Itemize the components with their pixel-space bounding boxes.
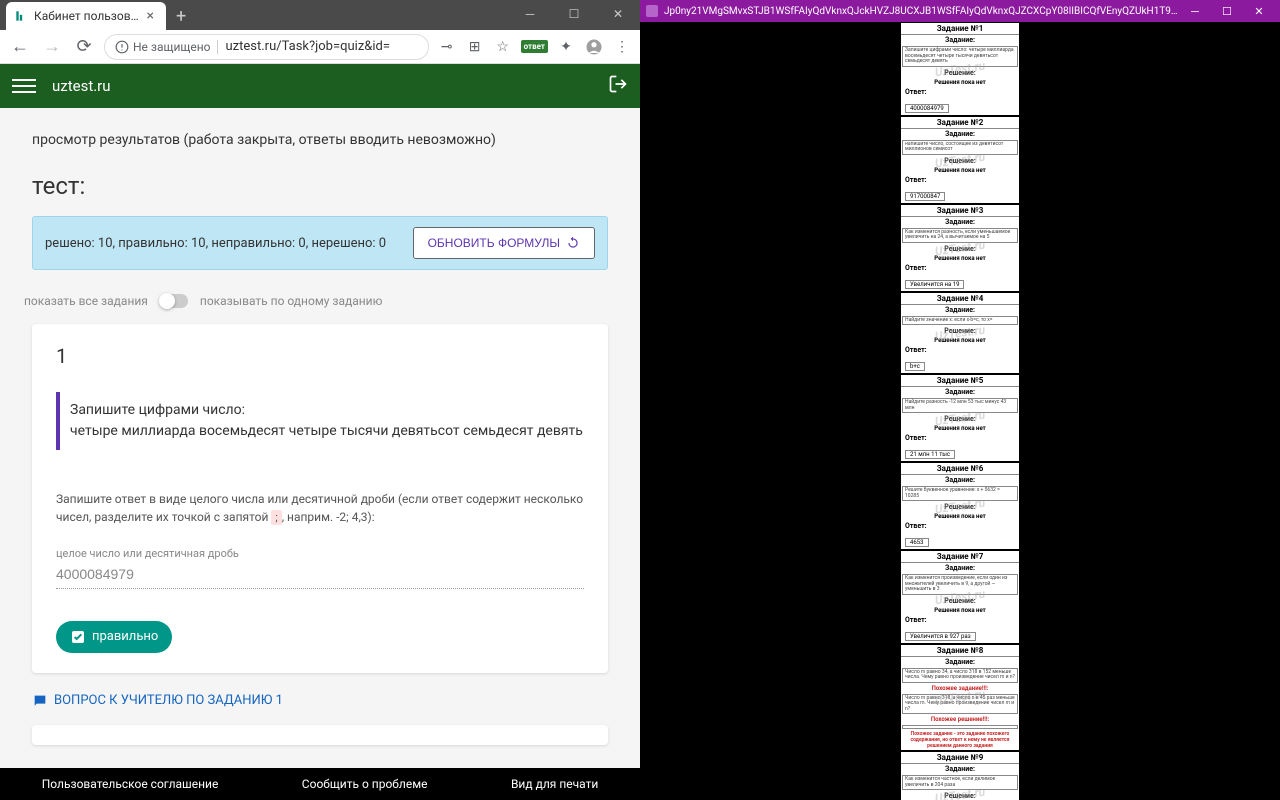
refresh-label: ОБНОВИТЬ ФОРМУЛЫ bbox=[428, 236, 560, 250]
new-tab-button[interactable]: + bbox=[166, 2, 196, 30]
extensions-icon[interactable]: ✦ bbox=[556, 37, 576, 57]
viewer-content[interactable]: Задание №1Задание:Запишите цифрами число… bbox=[640, 22, 1280, 800]
window-controls: ─ ☐ ✕ bbox=[508, 0, 640, 28]
next-card-peek bbox=[32, 725, 608, 745]
viewer-close[interactable]: ✕ bbox=[1244, 2, 1274, 20]
url-text: uztest.ru/Task?job=quiz&id= bbox=[226, 39, 390, 54]
viewer-minimize[interactable]: ─ bbox=[1180, 2, 1210, 20]
maximize-button[interactable]: ☐ bbox=[552, 0, 596, 28]
footer-report-link[interactable]: Сообщить о проблеме bbox=[302, 777, 428, 791]
question-number: 1 bbox=[56, 344, 584, 368]
toolbar-icons: ⊸ ⊞ ☆ ответ ✦ ⋮ bbox=[437, 37, 632, 57]
view-toggle[interactable] bbox=[160, 294, 188, 308]
task-block: Задание №7Задание:Как изменится произвед… bbox=[900, 550, 1020, 644]
task-block: Задание №1Задание:Запишите цифрами число… bbox=[900, 22, 1020, 116]
bookmark-icon[interactable]: ☆ bbox=[493, 37, 513, 57]
hint-example: ; bbox=[271, 510, 281, 525]
forward-button[interactable]: → bbox=[40, 35, 64, 59]
hamburger-icon[interactable] bbox=[12, 74, 36, 98]
answer-input[interactable] bbox=[56, 560, 584, 589]
task-block: Задание №3Задание:Как изменится разность… bbox=[900, 204, 1020, 292]
profile-icon[interactable] bbox=[584, 37, 604, 57]
footer: Пользовательское соглашение Сообщить о п… bbox=[0, 768, 640, 800]
check-icon bbox=[70, 629, 86, 645]
menu-icon[interactable]: ⋮ bbox=[612, 37, 632, 57]
key-icon[interactable]: ⊸ bbox=[437, 37, 457, 57]
logout-icon[interactable] bbox=[608, 74, 628, 98]
status-text: просмотр результатов (работа закрыта, от… bbox=[0, 108, 640, 160]
viewer-title: Jp0ny21VMgSMvxSTJB1WSfFAIyQdVknxQJckHVZJ… bbox=[664, 6, 1180, 17]
correct-badge: правильно bbox=[56, 621, 172, 653]
address-bar: ← → ⟳ Не защищено uztest.ru/Task?job=qui… bbox=[0, 30, 640, 64]
url-field[interactable]: Не защищено uztest.ru/Task?job=quiz&id= bbox=[104, 34, 429, 60]
chat-icon bbox=[32, 693, 48, 709]
back-button[interactable]: ← bbox=[8, 35, 32, 59]
question-card: 1 Запишите цифрами число: четыре миллиар… bbox=[32, 324, 608, 673]
answer-hint: Запишите ответ в виде целого числа или д… bbox=[56, 490, 584, 527]
tab-bar: Кабинет пользователя на uztes × + ─ ☐ ✕ bbox=[0, 0, 640, 30]
reload-button[interactable]: ⟳ bbox=[72, 35, 96, 59]
content-area: просмотр результатов (работа закрыта, от… bbox=[0, 108, 640, 800]
tasks-image: Задание №1Задание:Запишите цифрами число… bbox=[900, 22, 1020, 800]
tab-close-icon[interactable]: × bbox=[143, 8, 158, 24]
test-title: тест: bbox=[0, 160, 640, 208]
browser-tab[interactable]: Кабинет пользователя на uztes × bbox=[6, 2, 166, 30]
task-block: Задание №9Задание:Как изменится частное,… bbox=[900, 751, 1020, 800]
refresh-formulas-button[interactable]: ОБНОВИТЬ ФОРМУЛЫ bbox=[413, 227, 595, 259]
viewer-maximize[interactable]: ☐ bbox=[1212, 2, 1242, 20]
score-text: решено: 10, правильно: 10, неправильно: … bbox=[45, 236, 386, 251]
question-line1: Запишите цифрами число: bbox=[70, 400, 584, 421]
app-title: uztest.ru bbox=[52, 77, 608, 95]
question-line2: четыре миллиарда восемьдесят четыре тыся… bbox=[70, 421, 584, 442]
security-label: Не защищено bbox=[133, 40, 211, 54]
task-block: Задание №5Задание:Найдите разность -12 м… bbox=[900, 374, 1020, 462]
task-block: Задание №8Задание:Число m равно 34, а чи… bbox=[900, 644, 1020, 752]
viewer-window-controls: ─ ☐ ✕ bbox=[1180, 2, 1274, 20]
ask-teacher-link[interactable]: ВОПРОС К УЧИТЕЛЮ ПО ЗАДАНИЮ 1 bbox=[32, 693, 608, 709]
view-toggle-row: показать все задания показывать по одном… bbox=[0, 286, 640, 324]
ask-teacher-label: ВОПРОС К УЧИТЕЛЮ ПО ЗАДАНИЮ 1 bbox=[54, 693, 283, 708]
task-block: Задание №6Задание:Решите буквенное уравн… bbox=[900, 462, 1020, 550]
answer-extension-icon[interactable]: ответ bbox=[521, 40, 548, 53]
toggle-right-label: показывать по одному заданию bbox=[200, 294, 383, 308]
image-viewer-window: Jp0ny21VMgSMvxSTJB1WSfFAIyQdVknxQJckHVZJ… bbox=[640, 0, 1280, 800]
task-block: Задание №2Задание:напишите число, состоя… bbox=[900, 116, 1020, 204]
viewer-titlebar: Jp0ny21VMgSMvxSTJB1WSfFAIyQdVknxQJckHVZJ… bbox=[640, 0, 1280, 22]
app-header: uztest.ru bbox=[0, 64, 640, 108]
security-warning: Не защищено bbox=[115, 40, 211, 54]
viewer-app-icon bbox=[646, 5, 658, 17]
footer-terms-link[interactable]: Пользовательское соглашение bbox=[42, 777, 219, 791]
score-bar: решено: 10, правильно: 10, неправильно: … bbox=[32, 216, 608, 270]
task-block: Задание №4Задание:Найдите значение x: ес… bbox=[900, 292, 1020, 375]
tab-favicon bbox=[14, 9, 28, 23]
question-body: Запишите цифрами число: четыре миллиарда… bbox=[56, 392, 584, 450]
toggle-left-label: показать все задания bbox=[24, 294, 148, 308]
refresh-icon bbox=[566, 236, 580, 250]
answer-label: целое число или десятичная дробь bbox=[56, 547, 584, 560]
footer-print-link[interactable]: Вид для печати bbox=[511, 777, 598, 791]
minimize-button[interactable]: ─ bbox=[508, 0, 552, 28]
close-button[interactable]: ✕ bbox=[596, 0, 640, 28]
translate-icon[interactable]: ⊞ bbox=[465, 37, 485, 57]
tab-title: Кабинет пользователя на uztes bbox=[34, 9, 143, 23]
badge-label: правильно bbox=[92, 629, 158, 644]
chrome-browser-window: Кабинет пользователя на uztes × + ─ ☐ ✕ … bbox=[0, 0, 640, 800]
